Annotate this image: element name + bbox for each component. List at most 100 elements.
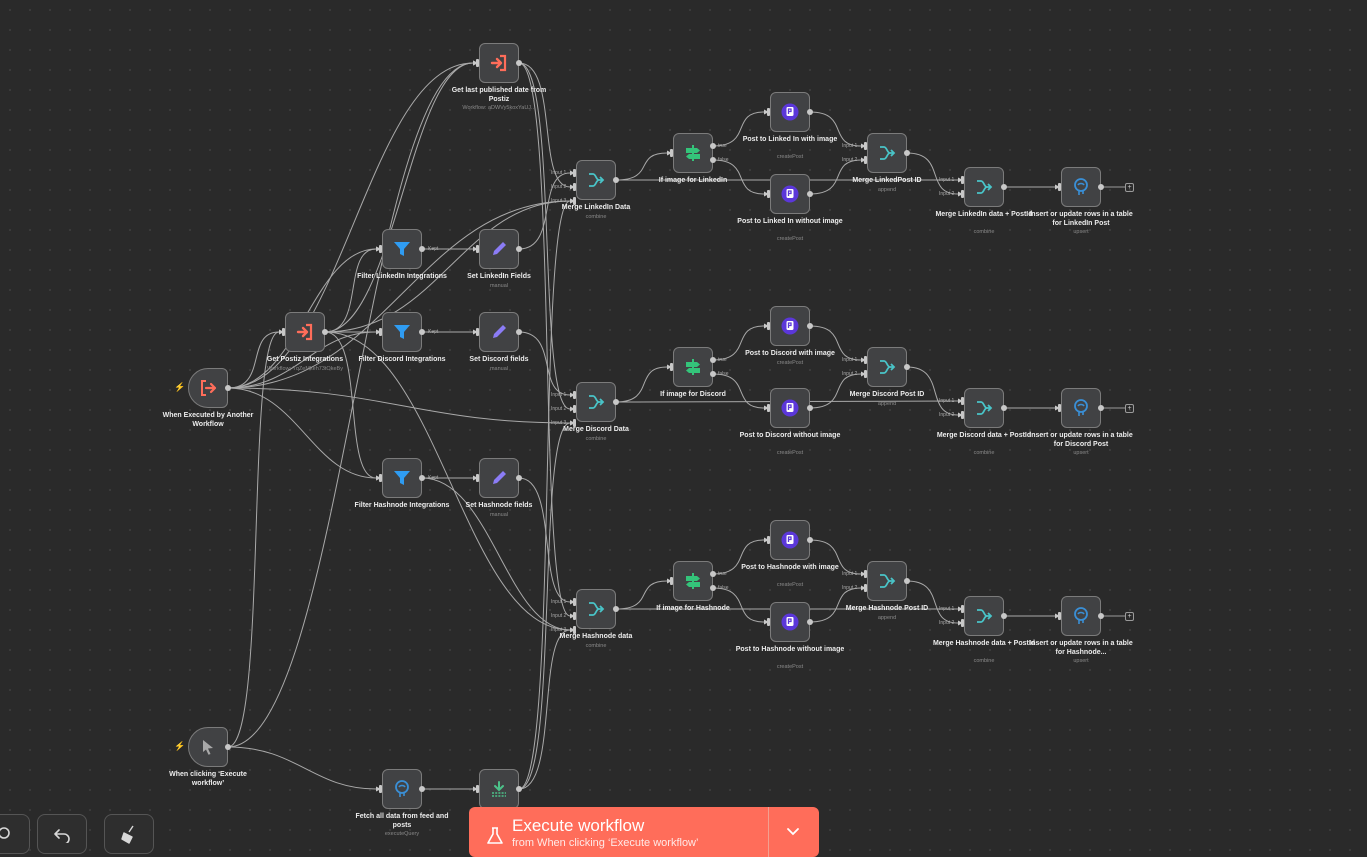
output-handle[interactable] <box>710 371 716 377</box>
output-handle[interactable] <box>710 143 716 149</box>
node-ifdi[interactable] <box>673 347 713 387</box>
chevron-down-icon[interactable] <box>786 827 800 837</box>
input-handle[interactable] <box>476 328 479 336</box>
input-handle[interactable] <box>476 785 479 793</box>
input-handle[interactable] <box>864 142 867 150</box>
node-ifli[interactable] <box>673 133 713 173</box>
input-handle[interactable] <box>670 577 673 585</box>
input-handle[interactable] <box>767 536 770 544</box>
output-handle[interactable] <box>516 60 522 66</box>
add-node-button[interactable]: + <box>1125 612 1134 621</box>
input-handle[interactable] <box>961 397 964 405</box>
output-handle[interactable] <box>807 619 813 625</box>
add-node-button[interactable]: + <box>1125 404 1134 413</box>
output-handle[interactable] <box>807 109 813 115</box>
node-fdi[interactable] <box>382 312 422 352</box>
output-handle[interactable] <box>613 606 619 612</box>
input-handle[interactable] <box>961 411 964 419</box>
node-pdi2[interactable] <box>770 388 810 428</box>
output-handle[interactable] <box>322 329 328 335</box>
zoom-to-fit-button[interactable] <box>0 814 30 854</box>
node-dl[interactable] <box>479 769 519 809</box>
input-handle[interactable] <box>864 370 867 378</box>
input-handle[interactable] <box>573 391 576 399</box>
tidy-up-button[interactable] <box>104 814 154 854</box>
node-upl[interactable] <box>1061 167 1101 207</box>
input-handle[interactable] <box>1058 612 1061 620</box>
output-handle[interactable] <box>710 157 716 163</box>
node-mdp[interactable] <box>867 347 907 387</box>
input-handle[interactable] <box>961 605 964 613</box>
node-ifhi[interactable] <box>673 561 713 601</box>
input-handle[interactable] <box>476 474 479 482</box>
input-handle[interactable] <box>1058 404 1061 412</box>
node-fli[interactable] <box>382 229 422 269</box>
input-handle[interactable] <box>573 169 576 177</box>
input-handle[interactable] <box>767 108 770 116</box>
execute-workflow-button[interactable]: Execute workflow from When clicking ‘Exe… <box>469 807 819 857</box>
output-handle[interactable] <box>613 399 619 405</box>
input-handle[interactable] <box>379 785 382 793</box>
input-handle[interactable] <box>476 59 479 67</box>
output-handle[interactable] <box>807 323 813 329</box>
node-sli[interactable] <box>479 229 519 269</box>
node-mlp[interactable] <box>867 133 907 173</box>
output-handle[interactable] <box>225 744 231 750</box>
node-mlf[interactable] <box>964 167 1004 207</box>
output-handle[interactable] <box>904 578 910 584</box>
add-node-button[interactable]: + <box>1125 183 1134 192</box>
node-getlast[interactable] <box>479 43 519 83</box>
input-handle[interactable] <box>864 356 867 364</box>
input-handle[interactable] <box>1058 183 1061 191</box>
input-handle[interactable] <box>767 322 770 330</box>
output-handle[interactable] <box>225 385 231 391</box>
node-phi2[interactable] <box>770 602 810 642</box>
input-handle[interactable] <box>476 245 479 253</box>
node-sdi[interactable] <box>479 312 519 352</box>
input-handle[interactable] <box>379 245 382 253</box>
input-handle[interactable] <box>961 190 964 198</box>
node-trig1[interactable] <box>188 368 228 408</box>
input-handle[interactable] <box>864 156 867 164</box>
output-handle[interactable] <box>710 571 716 577</box>
input-handle[interactable] <box>767 618 770 626</box>
input-handle[interactable] <box>573 612 576 620</box>
undo-button[interactable] <box>37 814 87 854</box>
input-handle[interactable] <box>573 598 576 606</box>
output-handle[interactable] <box>419 246 425 252</box>
output-handle[interactable] <box>807 191 813 197</box>
node-shi[interactable] <box>479 458 519 498</box>
output-handle[interactable] <box>1001 184 1007 190</box>
node-mhp[interactable] <box>867 561 907 601</box>
output-handle[interactable] <box>613 177 619 183</box>
input-handle[interactable] <box>282 328 285 336</box>
input-handle[interactable] <box>864 570 867 578</box>
input-handle[interactable] <box>864 584 867 592</box>
output-handle[interactable] <box>710 585 716 591</box>
output-handle[interactable] <box>516 329 522 335</box>
node-pli2[interactable] <box>770 174 810 214</box>
input-handle[interactable] <box>961 619 964 627</box>
node-phi1[interactable] <box>770 520 810 560</box>
input-handle[interactable] <box>573 405 576 413</box>
output-handle[interactable] <box>710 357 716 363</box>
input-handle[interactable] <box>573 183 576 191</box>
input-handle[interactable] <box>670 363 673 371</box>
input-handle[interactable] <box>670 149 673 157</box>
node-getint[interactable] <box>285 312 325 352</box>
output-handle[interactable] <box>516 246 522 252</box>
input-handle[interactable] <box>767 404 770 412</box>
output-handle[interactable] <box>419 475 425 481</box>
output-handle[interactable] <box>1001 613 1007 619</box>
node-mhf[interactable] <box>964 596 1004 636</box>
node-trig2[interactable] <box>188 727 228 767</box>
output-handle[interactable] <box>419 786 425 792</box>
input-handle[interactable] <box>961 176 964 184</box>
input-handle[interactable] <box>379 474 382 482</box>
node-pdi1[interactable] <box>770 306 810 346</box>
node-upd[interactable] <box>1061 388 1101 428</box>
output-handle[interactable] <box>807 405 813 411</box>
node-mli[interactable] <box>576 160 616 200</box>
input-handle[interactable] <box>379 328 382 336</box>
output-handle[interactable] <box>904 150 910 156</box>
